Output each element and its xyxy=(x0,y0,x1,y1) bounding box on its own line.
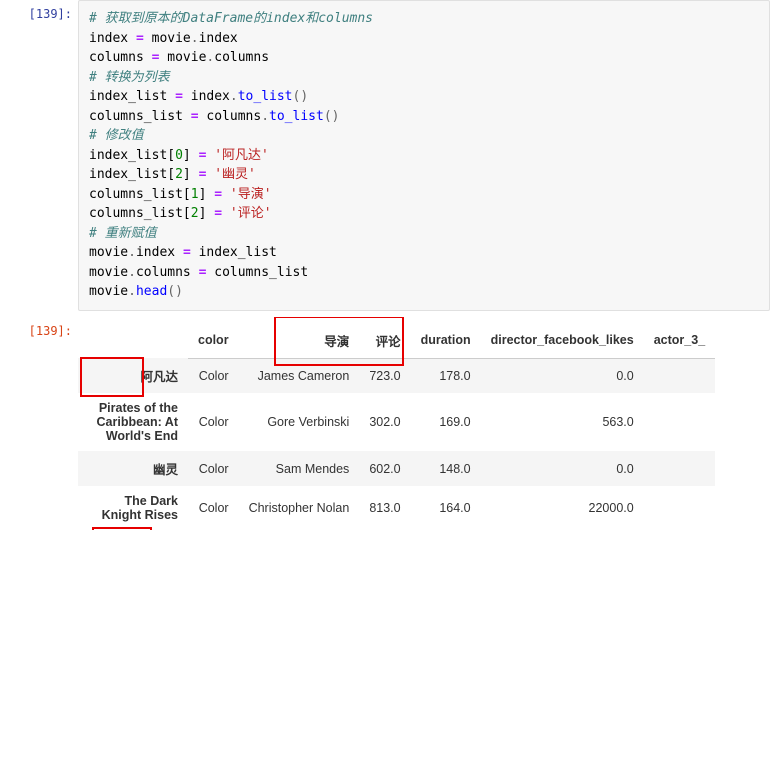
cell: Color xyxy=(188,358,239,393)
output-prompt: [139]: xyxy=(0,317,78,338)
col-header: director_facebook_likes xyxy=(481,323,644,359)
cell: 0.0 xyxy=(481,451,644,486)
cell: 148.0 xyxy=(411,451,481,486)
code-comment: # 重新赋值 xyxy=(89,226,157,241)
col-header: color xyxy=(188,323,239,359)
col-header: duration xyxy=(411,323,481,359)
row-index: 阿凡达 xyxy=(78,358,188,393)
row-index: 幽灵 xyxy=(78,451,188,486)
code-editor[interactable]: # 获取到原本的DataFrame的index和columns index = … xyxy=(78,0,770,311)
cell: 22000.0 xyxy=(481,486,644,530)
cell: Color xyxy=(188,393,239,451)
output-area: color 导演 评论 duration director_facebook_l… xyxy=(78,317,770,531)
cell: James Cameron xyxy=(239,358,360,393)
input-prompt: [139]: xyxy=(0,0,78,21)
cell: 178.0 xyxy=(411,358,481,393)
input-cell: [139]: # 获取到原本的DataFrame的index和columns i… xyxy=(0,0,770,311)
cell xyxy=(644,486,715,530)
row-index: Pirates of the Caribbean: At World's End xyxy=(78,393,188,451)
code-comment: # 转换为列表 xyxy=(89,70,170,85)
cell: Christopher Nolan xyxy=(239,486,360,530)
cell: 164.0 xyxy=(411,486,481,530)
cell xyxy=(644,358,715,393)
cell: 563.0 xyxy=(481,393,644,451)
table-row: 阿凡达 Color James Cameron 723.0 178.0 0.0 xyxy=(78,358,715,393)
dataframe-table: color 导演 评论 duration director_facebook_l… xyxy=(78,323,715,531)
cell: 0.0 xyxy=(481,358,644,393)
row-index: The Dark Knight Rises xyxy=(78,486,188,530)
col-header: 导演 xyxy=(239,323,360,359)
col-header: actor_3_ xyxy=(644,323,715,359)
cell: Color xyxy=(188,486,239,530)
cell: Sam Mendes xyxy=(239,451,360,486)
header-row: color 导演 评论 duration director_facebook_l… xyxy=(78,323,715,359)
cell: 723.0 xyxy=(359,358,410,393)
cell: Gore Verbinski xyxy=(239,393,360,451)
table-row: The Dark Knight Rises Color Christopher … xyxy=(78,486,715,530)
cell: Color xyxy=(188,451,239,486)
code-comment: # 获取到原本的DataFrame的index和columns xyxy=(89,11,373,26)
corner-cell xyxy=(78,323,188,359)
col-header: 评论 xyxy=(359,323,410,359)
cell: 302.0 xyxy=(359,393,410,451)
code-comment: # 修改值 xyxy=(89,128,144,143)
table-row: 幽灵 Color Sam Mendes 602.0 148.0 0.0 xyxy=(78,451,715,486)
cell: 813.0 xyxy=(359,486,410,530)
cell: 602.0 xyxy=(359,451,410,486)
output-cell: [139]: color 导演 评论 duration director_fac… xyxy=(0,317,770,531)
table-row: Pirates of the Caribbean: At World's End… xyxy=(78,393,715,451)
cell xyxy=(644,393,715,451)
cell xyxy=(644,451,715,486)
cell: 169.0 xyxy=(411,393,481,451)
